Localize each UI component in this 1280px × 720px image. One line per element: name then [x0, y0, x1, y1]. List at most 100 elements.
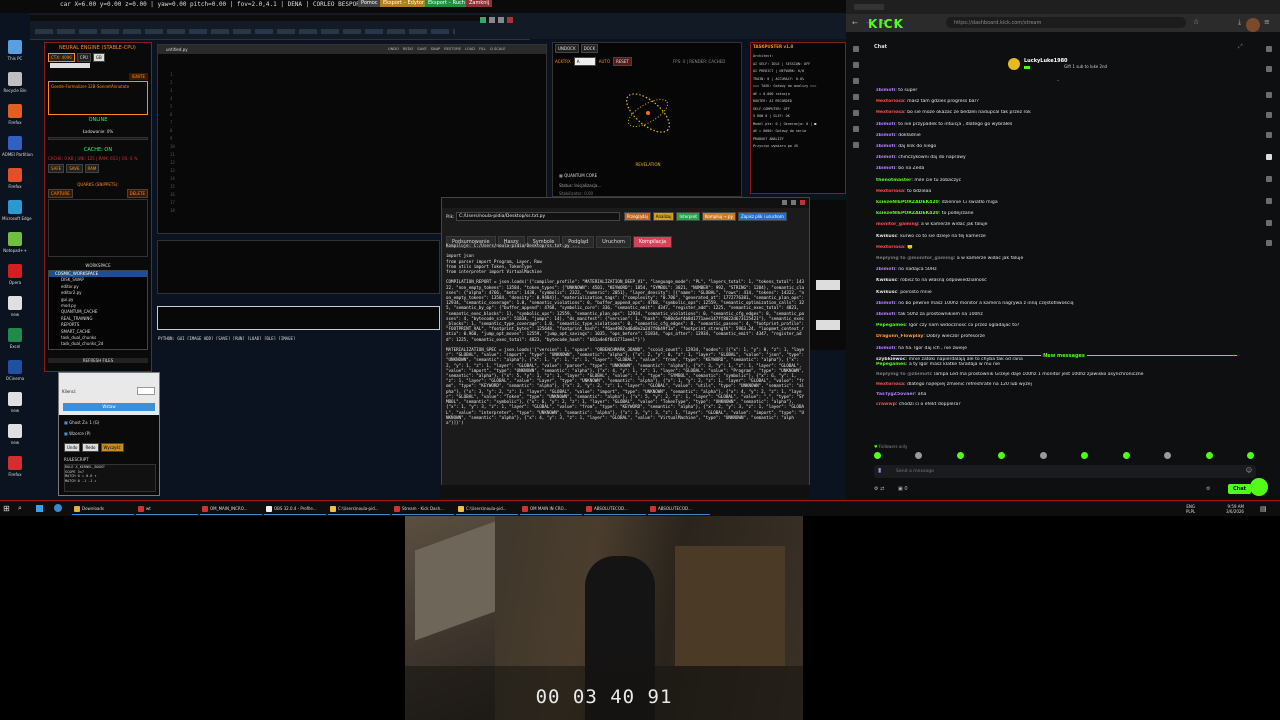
taskbar-app[interactable]: OBS 32.0.4 - Profile...	[264, 503, 326, 515]
chat-username[interactable]: zbimoti	[876, 88, 895, 93]
chat-message[interactable]: Kwikusc: poirosto mnie	[876, 290, 1252, 295]
stream-icon[interactable]	[853, 78, 859, 84]
chat-username[interactable]: Pepegames	[876, 323, 906, 328]
emote-icon[interactable]	[1122, 452, 1130, 459]
notification-icon[interactable]: ▤	[1260, 505, 1267, 513]
chat-message[interactable]: crawwp: chodzi ci o efekt dopplera?	[876, 402, 1252, 407]
undo-button[interactable]: Undo	[64, 443, 81, 452]
chat-message[interactable]: zbimoti: tak 50hz za prostownikiem na 10…	[876, 312, 1252, 317]
chat-message[interactable]: zbimoti: bo na Zeda	[876, 166, 1252, 171]
taskbar-app[interactable]: Stream - Kick Dash...	[392, 503, 454, 515]
emote-icon[interactable]	[956, 452, 964, 459]
chat-username[interactable]: Kwikusc	[876, 278, 897, 283]
browse-button[interactable]: Przeglądaj	[624, 212, 651, 221]
chat-username[interactable]: Replying to @monitor_gaming	[876, 256, 954, 261]
acktrx-toggle[interactable]: ACKTRX	[555, 59, 571, 64]
chat-username[interactable]: thenotmaster	[876, 178, 911, 183]
chat-username[interactable]: zbimoti	[876, 133, 895, 138]
editor-toolbar-button[interactable]: RESTORE	[444, 47, 461, 51]
chat-message[interactable]: Hextoriosa: to bdzieaa	[876, 189, 1252, 194]
chat-username[interactable]: zbimoti	[876, 346, 895, 351]
editor-toolbar-button[interactable]: SAVE	[417, 47, 426, 51]
chat-message[interactable]: zbimoti: dokładnie	[876, 133, 1252, 138]
bookmark-star-icon[interactable]: ☆	[1193, 18, 1199, 26]
chat-send-button[interactable]: Chat	[1228, 484, 1251, 494]
refresh-files-button[interactable]: REFRESH FILES	[48, 358, 148, 363]
desktop-icon[interactable]: new	[2, 296, 28, 326]
ram-button[interactable]: RAM	[84, 164, 100, 173]
path-input[interactable]: C:/Users/noula-pidia/Desktop/ss.txt.py	[456, 212, 620, 221]
chat-username[interactable]: Hextoriosa	[876, 110, 904, 115]
avatar[interactable]	[1246, 18, 1260, 32]
ctx-button[interactable]: CTX: 4096	[48, 53, 75, 62]
chat-message[interactable]: Pepegames: a ty Igor masz klatke faradaj…	[876, 362, 1252, 367]
emote-icon[interactable]	[1205, 452, 1213, 459]
viz-mode-input[interactable]: A	[573, 57, 596, 66]
editor-toolbar-button[interactable]: REDO	[403, 47, 413, 51]
interpret-button[interactable]: Interpret	[676, 212, 700, 221]
chat-message[interactable]: ksiezeNIEPORZADEK420: dziennie Ci światł…	[876, 200, 1252, 205]
chat-username[interactable]: zbimoti	[876, 155, 895, 160]
chat-username[interactable]: ksiezeNIEPORZADEK420	[876, 200, 939, 205]
taskbar-app[interactable]: OM MAIN IN CRO...	[520, 503, 582, 515]
close-icon[interactable]	[800, 200, 805, 205]
chat-message[interactable]: YasTygZ5ovaer: aha	[876, 392, 1252, 397]
chat-message[interactable]: Dragonn_Flowplay: Dobry wieczór profesor…	[876, 334, 1252, 339]
export-motion-chip[interactable]: Eksport – Ruch	[425, 0, 468, 7]
emote-icon[interactable]	[1164, 452, 1172, 459]
chat-message[interactable]: ksiezeNIEPORZADEK420: to podejrzane	[876, 211, 1252, 216]
window-tab-strip[interactable]	[35, 29, 455, 34]
rail-icon[interactable]	[1266, 46, 1272, 52]
ignite-button[interactable]: IGNITE	[128, 73, 148, 80]
cpu-button[interactable]: CPU	[76, 53, 91, 62]
green-icon[interactable]	[480, 17, 486, 23]
desktop-icon[interactable]: Opera	[2, 264, 28, 294]
chat-message[interactable]: Kwikusc: robisz to na własną odpowiedzia…	[876, 278, 1252, 283]
chevron-down-icon[interactable]: ⌄	[1056, 77, 1060, 83]
desktop-icon[interactable]: Firefox	[2, 104, 28, 134]
chat-message[interactable]: thenotmaster: mile cie tu zobaczyc	[876, 178, 1252, 183]
chat-message[interactable]: zbimoti: ha ha. Igor daj ich , nie zwiej…	[876, 346, 1252, 351]
chat-message[interactable]: zbimoti: chińczykowni daj do naprawy	[876, 155, 1252, 160]
side-input[interactable]	[816, 320, 840, 330]
chat-fab-button[interactable]	[1250, 478, 1268, 496]
settings-icon[interactable]	[853, 126, 859, 132]
menu-icon[interactable]	[853, 46, 859, 52]
gb-button[interactable]: GB	[92, 53, 105, 62]
rail-icon[interactable]	[1266, 112, 1272, 118]
tools-icon[interactable]	[853, 110, 859, 116]
save-button[interactable]: SAVE	[66, 164, 83, 173]
rail-icon[interactable]	[1266, 66, 1272, 72]
search-icon[interactable]: ⌕	[18, 504, 22, 513]
chat-username[interactable]: Hextoriosa	[876, 99, 904, 104]
chat-username[interactable]: zbimoti	[876, 122, 895, 127]
chat-message[interactable]: Hextoriosa: bo sie moze okazac ze bedzel…	[876, 110, 1252, 115]
chat-message[interactable]: Hextoriosa: dlatego najlepiej zmienic re…	[876, 382, 1252, 387]
taskbar-app[interactable]: wt	[136, 503, 198, 515]
emote-icon[interactable]	[1246, 452, 1254, 459]
chat-input[interactable]: ▮ Send a message ☺	[874, 465, 1256, 478]
popout-icon[interactable]: ⤢	[1238, 43, 1243, 51]
chat-message[interactable]: zbimoti: daj link do niego	[876, 144, 1252, 149]
chat-username[interactable]: Dragonn_Flowplay	[876, 334, 923, 339]
chat-username[interactable]: ksiezeNIEPORZADEK420	[876, 211, 939, 216]
users-icon[interactable]	[853, 142, 859, 148]
tree-item[interactable]: task_dual_chunks_2d	[49, 341, 147, 347]
desktop-icon[interactable]: new	[2, 424, 28, 454]
chat-username[interactable]: Hextoriosa	[876, 245, 904, 250]
dock-tab[interactable]: DOCK	[580, 44, 599, 53]
chat-message[interactable]: Replying to @monitor_gaming: a w kamerze…	[876, 256, 1252, 261]
emote-icon[interactable]	[874, 452, 881, 459]
clock[interactable]: 9:59 AM 3/6/2026	[1226, 504, 1244, 514]
chat-settings-icon[interactable]: ⚙ ⇄	[874, 486, 884, 492]
chat-username[interactable]: crawwp	[876, 402, 896, 407]
chart-icon[interactable]	[853, 94, 859, 100]
taskbar-app[interactable]: Downloads	[72, 503, 134, 515]
taskbar-app[interactable]: ABSOLUTECOD...	[648, 503, 710, 515]
save-run-button[interactable]: Zapisz plik i uruchom	[737, 212, 787, 221]
desktop-icon[interactable]: This PC	[2, 40, 28, 70]
editor-toolbar-button[interactable]: SNAP	[431, 47, 441, 51]
emote-icon[interactable]	[998, 452, 1006, 459]
editor-toolbar-button[interactable]: FILL	[479, 47, 486, 51]
desktop-icon[interactable]: Notepad++	[2, 232, 28, 262]
